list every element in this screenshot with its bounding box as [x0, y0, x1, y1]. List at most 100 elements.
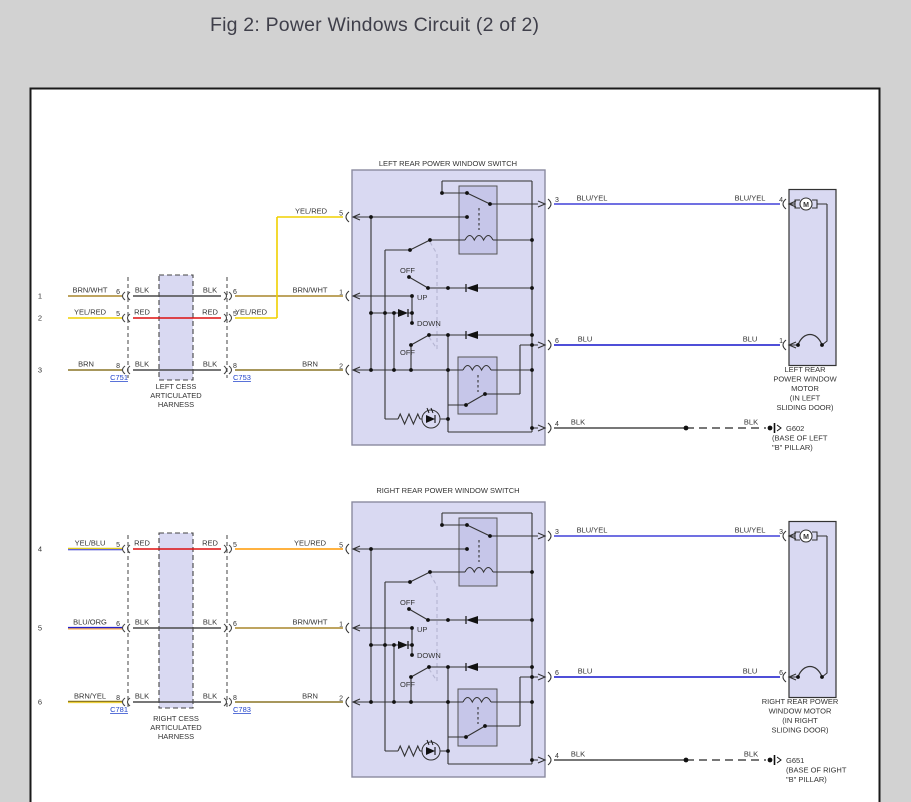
motor-label: WINDOW MOTOR — [769, 707, 832, 716]
wire-number: 2 — [38, 314, 42, 323]
right-rear-window-switch — [345, 501, 552, 778]
pin-number: 3 — [555, 197, 559, 204]
pin-number: 3 — [779, 529, 783, 536]
wire-color-label: YEL/RED — [74, 308, 107, 317]
wire-color-label: BLK — [135, 618, 149, 627]
pin-number: 6 — [779, 670, 783, 677]
wire-color-label: BLU/YEL — [735, 526, 766, 535]
pin-number: 4 — [555, 753, 559, 760]
wire-color-label: BLK — [203, 618, 217, 627]
harness-label: ARTICULATED — [150, 723, 202, 732]
ground-name: G651 — [786, 756, 804, 765]
pin-number: 8 — [116, 363, 120, 370]
switch-title: LEFT REAR POWER WINDOW SWITCH — [379, 159, 517, 168]
pin-number: 4 — [779, 197, 783, 204]
harness-label: RIGHT CESS — [153, 714, 199, 723]
wire-number: 5 — [38, 624, 42, 633]
wire-color-label: BLK — [571, 418, 585, 427]
wire-color-label: RED — [134, 308, 150, 317]
wire-color-label: BLU — [743, 335, 758, 344]
wire-color-label: BRN/WHT — [73, 286, 108, 295]
wire-color-label: BRN — [78, 360, 94, 369]
wire-color-label: BLK — [135, 692, 149, 701]
wire-color-label: RED — [202, 539, 218, 548]
motor-label: SLIDING DOOR) — [776, 403, 834, 412]
wire-color-label: BRN — [302, 360, 318, 369]
connector-link-C753[interactable]: C753 — [233, 373, 251, 382]
wire-color-label: BLU — [578, 667, 593, 676]
pin-number: 3 — [555, 529, 559, 536]
motor-label: POWER WINDOW — [773, 375, 837, 384]
wire-color-label: BLU/YEL — [577, 526, 608, 535]
ground-name: G602 — [786, 424, 804, 433]
harness-label: HARNESS — [158, 732, 194, 741]
harness-label: ARTICULATED — [150, 391, 202, 400]
wire-number: 3 — [38, 366, 42, 375]
pin-number: 6 — [555, 670, 559, 677]
pin-number: 1 — [779, 338, 783, 345]
wire-color-label: BRN/YEL — [74, 692, 106, 701]
pin-number: 6 — [233, 289, 237, 296]
wire-color-label: BLK — [135, 360, 149, 369]
wire-number: 4 — [38, 545, 42, 554]
ground-location: "B" PILLAR) — [786, 775, 827, 784]
switch-title: RIGHT REAR POWER WINDOW SWITCH — [376, 486, 519, 495]
pin-number: 5 — [233, 542, 237, 549]
ground-location: "B" PILLAR) — [772, 443, 813, 452]
pin-number: 6 — [116, 289, 120, 296]
connector-link-C751[interactable]: C751 — [110, 373, 128, 382]
wire-color-label: BRN — [302, 692, 318, 701]
wire-color-label: BLU — [743, 667, 758, 676]
pin-number: 6 — [233, 621, 237, 628]
harness-box — [158, 274, 194, 381]
pin-number: 5 — [339, 211, 343, 218]
pin-number: 1 — [339, 290, 343, 297]
wiring-diagram: OFF UP DOWN OFF LEFT REAR POWER WINDOW S… — [29, 87, 881, 802]
connector-link-C783[interactable]: C783 — [233, 705, 251, 714]
harness-label: HARNESS — [158, 400, 194, 409]
wire-color-label: BLK — [744, 750, 758, 759]
pin-number: 4 — [555, 421, 559, 428]
motor-letter: M — [803, 534, 809, 541]
wire-color-label: BLK — [203, 692, 217, 701]
pin-number: 5 — [116, 542, 120, 549]
left-rear-window-motor: M — [782, 188, 837, 367]
pin-number: 6 — [555, 338, 559, 345]
wire-color-label: BLU/ORG — [73, 618, 107, 627]
right-rear-window-motor: M — [782, 520, 837, 699]
pin-number: 8 — [233, 363, 237, 370]
pin-number: 8 — [233, 695, 237, 702]
left-rear-window-switch — [345, 169, 552, 446]
ground-location: (BASE OF RIGHT — [786, 766, 847, 775]
wire-color-label: BLK — [744, 418, 758, 427]
harness-box — [158, 532, 194, 709]
motor-label: SLIDING DOOR) — [771, 726, 829, 735]
motor-letter: M — [803, 202, 809, 209]
wire-color-label: BLU/YEL — [577, 194, 608, 203]
wire-color-label: BRN/WHT — [293, 286, 328, 295]
wire-color-label: YEL/RED — [294, 539, 327, 548]
wire-number: 1 — [38, 292, 42, 301]
motor-label: MOTOR — [791, 384, 819, 393]
wire-color-label: RED — [202, 308, 218, 317]
motor-label: (IN RIGHT — [782, 716, 818, 725]
pin-number: 5 — [116, 311, 120, 318]
pin-number: 1 — [339, 622, 343, 629]
wire-color-label: BLU/YEL — [735, 194, 766, 203]
wire-number: 6 — [38, 698, 42, 707]
wire-color-label: BLK — [135, 286, 149, 295]
motor-label: LEFT REAR — [784, 365, 826, 374]
wire-color-label: YEL/RED — [295, 207, 328, 216]
wire-color-label: BRN/WHT — [293, 618, 328, 627]
wire-color-label: BLU — [578, 335, 593, 344]
pin-number: 6 — [116, 621, 120, 628]
motor-label: (IN LEFT — [790, 394, 821, 403]
connector-link-C781[interactable]: C781 — [110, 705, 128, 714]
pin-number: 2 — [339, 364, 343, 371]
wire-color-label: BLK — [571, 750, 585, 759]
wire-color-label: YEL/RED — [235, 308, 268, 317]
pin-number: 8 — [116, 695, 120, 702]
pin-number: 5 — [339, 543, 343, 550]
motor-label: RIGHT REAR POWER — [762, 697, 839, 706]
wire-color-label: BLK — [203, 360, 217, 369]
